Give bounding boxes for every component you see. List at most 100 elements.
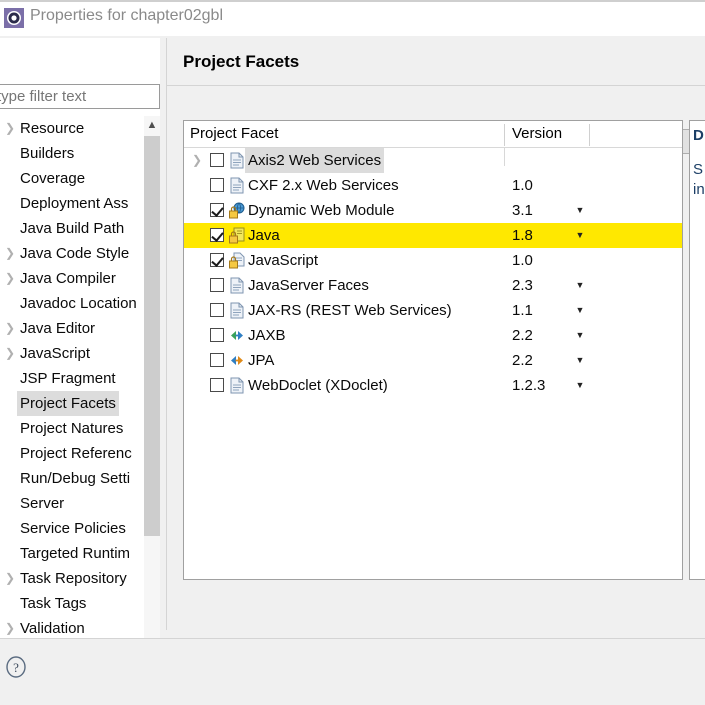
table-row[interactable]: ❯ Axis2 Web Services bbox=[184, 148, 682, 173]
facet-version: 1.8 bbox=[512, 227, 533, 244]
chevron-right-icon[interactable]: ❯ bbox=[3, 116, 17, 141]
chevron-up-icon[interactable]: ▲ bbox=[144, 116, 160, 134]
sidebar-item-javascript[interactable]: ❯ JavaScript bbox=[0, 341, 160, 366]
sidebar-vscroll-thumb[interactable] bbox=[144, 136, 160, 536]
facets-rows-container: ❯ Axis2 Web Services CXF 2.x Web Services 1… bbox=[184, 148, 682, 398]
sidebar-item-label: Deployment Ass bbox=[20, 195, 129, 212]
sidebar-item-java-code-style[interactable]: ❯ Java Code Style bbox=[0, 241, 160, 266]
facet-checkbox[interactable] bbox=[210, 178, 224, 192]
window-title: Properties for chapter02gbl bbox=[30, 7, 223, 24]
facet-checkbox[interactable] bbox=[210, 278, 224, 292]
facet-name: CXF 2.x Web Services bbox=[248, 177, 399, 194]
sidebar-item-javadoc-location[interactable]: Javadoc Location bbox=[0, 291, 160, 316]
facet-checkbox[interactable] bbox=[210, 378, 224, 392]
chevron-down-icon[interactable]: ▼ bbox=[574, 348, 586, 373]
table-row[interactable]: CXF 2.x Web Services 1.0 bbox=[184, 173, 682, 198]
help-question-icon[interactable]: ? bbox=[5, 656, 27, 678]
sidebar-item-deployment-ass[interactable]: Deployment Ass bbox=[0, 191, 160, 216]
sidebar-item-project-facets[interactable]: Project Facets bbox=[0, 391, 160, 416]
facet-checkbox[interactable] bbox=[210, 203, 224, 217]
chevron-right-icon[interactable]: ❯ bbox=[3, 316, 17, 341]
table-row[interactable]: JavaServer Faces 2.3 ▼ bbox=[184, 273, 682, 298]
web-module-lock-icon bbox=[229, 202, 245, 219]
table-row[interactable]: WebDoclet (XDoclet) 1.2.3 ▼ bbox=[184, 373, 682, 398]
javascript-lock-icon bbox=[229, 252, 245, 269]
sidebar-item-jsp-fragment[interactable]: JSP Fragment bbox=[0, 366, 160, 391]
sidebar-item-label: Resource bbox=[20, 120, 85, 137]
sidebar-item-targeted-runtim[interactable]: Targeted Runtim bbox=[0, 541, 160, 566]
chevron-down-icon[interactable]: ▼ bbox=[574, 198, 586, 223]
sidebar-item-builders[interactable]: Builders bbox=[0, 141, 160, 166]
facet-checkbox[interactable] bbox=[210, 303, 224, 317]
sidebar-item-java-build-path[interactable]: Java Build Path bbox=[0, 216, 160, 241]
facet-checkbox[interactable] bbox=[210, 353, 224, 367]
facet-checkbox[interactable] bbox=[210, 228, 224, 242]
sidebar-item-label: Java Compiler bbox=[20, 270, 116, 287]
chevron-down-icon[interactable]: ▼ bbox=[574, 273, 586, 298]
sidebar-item-label: Run/Debug Setti bbox=[20, 470, 131, 487]
table-row[interactable]: JAXB 2.2 ▼ bbox=[184, 323, 682, 348]
document-icon bbox=[229, 152, 245, 169]
sidebar-item-label: Java Editor bbox=[20, 320, 96, 337]
facet-name: WebDoclet (XDoclet) bbox=[248, 377, 388, 394]
details-title: D bbox=[693, 127, 704, 144]
facet-checkbox[interactable] bbox=[210, 153, 224, 167]
column-header-project-facet[interactable]: Project Facet bbox=[190, 121, 278, 147]
facet-version: 1.0 bbox=[512, 177, 533, 194]
sidebar-item-label: Java Code Style bbox=[20, 245, 130, 262]
document-icon bbox=[229, 302, 245, 319]
sidebar-vertical-scrollbar[interactable]: ▲ ▼ bbox=[144, 116, 160, 656]
sidebar-item-label: Project Natures bbox=[20, 420, 124, 437]
arrows-orange-icon bbox=[229, 352, 245, 369]
details-line-2: S bbox=[693, 161, 704, 178]
facet-name: JavaServer Faces bbox=[248, 277, 369, 294]
table-row[interactable]: JavaScript 1.0 bbox=[184, 248, 682, 273]
column-header-version[interactable]: Version bbox=[512, 121, 562, 147]
sidebar-item-service-policies[interactable]: Service Policies bbox=[0, 516, 160, 541]
properties-gear-icon bbox=[4, 8, 24, 28]
table-row[interactable]: Dynamic Web Module 3.1 ▼ bbox=[184, 198, 682, 223]
sidebar-item-run-debug-setti[interactable]: Run/Debug Setti bbox=[0, 466, 160, 491]
table-row[interactable]: JAX-RS (REST Web Services) 1.1 ▼ bbox=[184, 298, 682, 323]
sidebar-item-label: Service Policies bbox=[20, 520, 126, 537]
facet-version: 1.2.3 bbox=[512, 377, 546, 394]
chevron-down-icon[interactable]: ▼ bbox=[574, 323, 586, 348]
chevron-right-icon[interactable]: ❯ bbox=[3, 341, 17, 366]
facet-checkbox[interactable] bbox=[210, 328, 224, 342]
document-icon bbox=[229, 377, 245, 394]
sidebar-item-task-repository[interactable]: ❯ Task Repository bbox=[0, 566, 160, 591]
chevron-down-icon[interactable]: ▼ bbox=[574, 373, 586, 398]
sidebar-item-project-referenc[interactable]: Project Referenc bbox=[0, 441, 160, 466]
sidebar-item-resource[interactable]: ❯ Resource bbox=[0, 116, 160, 141]
chevron-right-icon[interactable]: ❯ bbox=[3, 266, 17, 291]
sidebar-item-coverage[interactable]: Coverage bbox=[0, 166, 160, 191]
sidebar-item-label: Project Facets bbox=[17, 391, 119, 416]
document-icon bbox=[229, 277, 245, 294]
sidebar-item-java-compiler[interactable]: ❯ Java Compiler bbox=[0, 266, 160, 291]
chevron-down-icon[interactable]: ▼ bbox=[574, 298, 586, 323]
properties-category-tree[interactable]: ❯ Resource Builders Coverage Deployment Ass J… bbox=[0, 116, 160, 656]
sidebar-item-server[interactable]: Server bbox=[0, 491, 160, 516]
sidebar-item-label: JSP Fragment bbox=[20, 370, 116, 387]
facet-name: JavaScript bbox=[248, 252, 319, 269]
sidebar-item-label: Project Referenc bbox=[20, 445, 132, 462]
properties-sidebar: type filter text ❯ Resource Builders Covera… bbox=[0, 38, 160, 667]
chevron-right-icon[interactable]: ❯ bbox=[190, 148, 204, 173]
chevron-right-icon[interactable]: ❯ bbox=[3, 241, 17, 266]
sidebar-item-java-editor[interactable]: ❯ Java Editor bbox=[0, 316, 160, 341]
sidebar-item-project-natures[interactable]: Project Natures bbox=[0, 416, 160, 441]
facet-name: Axis2 Web Services bbox=[245, 148, 385, 173]
sidebar-item-label: Task Repository bbox=[20, 570, 127, 587]
filter-text-input[interactable]: type filter text bbox=[0, 84, 160, 109]
sidebar-item-label: Java Build Path bbox=[20, 220, 125, 237]
java-lock-icon bbox=[229, 227, 245, 244]
table-row[interactable]: JPA 2.2 ▼ bbox=[184, 348, 682, 373]
facet-version: 1.0 bbox=[512, 252, 533, 269]
chevron-down-icon[interactable]: ▼ bbox=[574, 223, 586, 248]
facet-checkbox[interactable] bbox=[210, 253, 224, 267]
sidebar-item-label: Server bbox=[20, 495, 65, 512]
table-row[interactable]: Java 1.8 ▼ bbox=[184, 223, 682, 248]
chevron-right-icon[interactable]: ❯ bbox=[3, 566, 17, 591]
project-facets-table[interactable]: Project Facet Version ❯ Axis2 Web Service… bbox=[183, 120, 683, 580]
sidebar-item-task-tags[interactable]: Task Tags bbox=[0, 591, 160, 616]
